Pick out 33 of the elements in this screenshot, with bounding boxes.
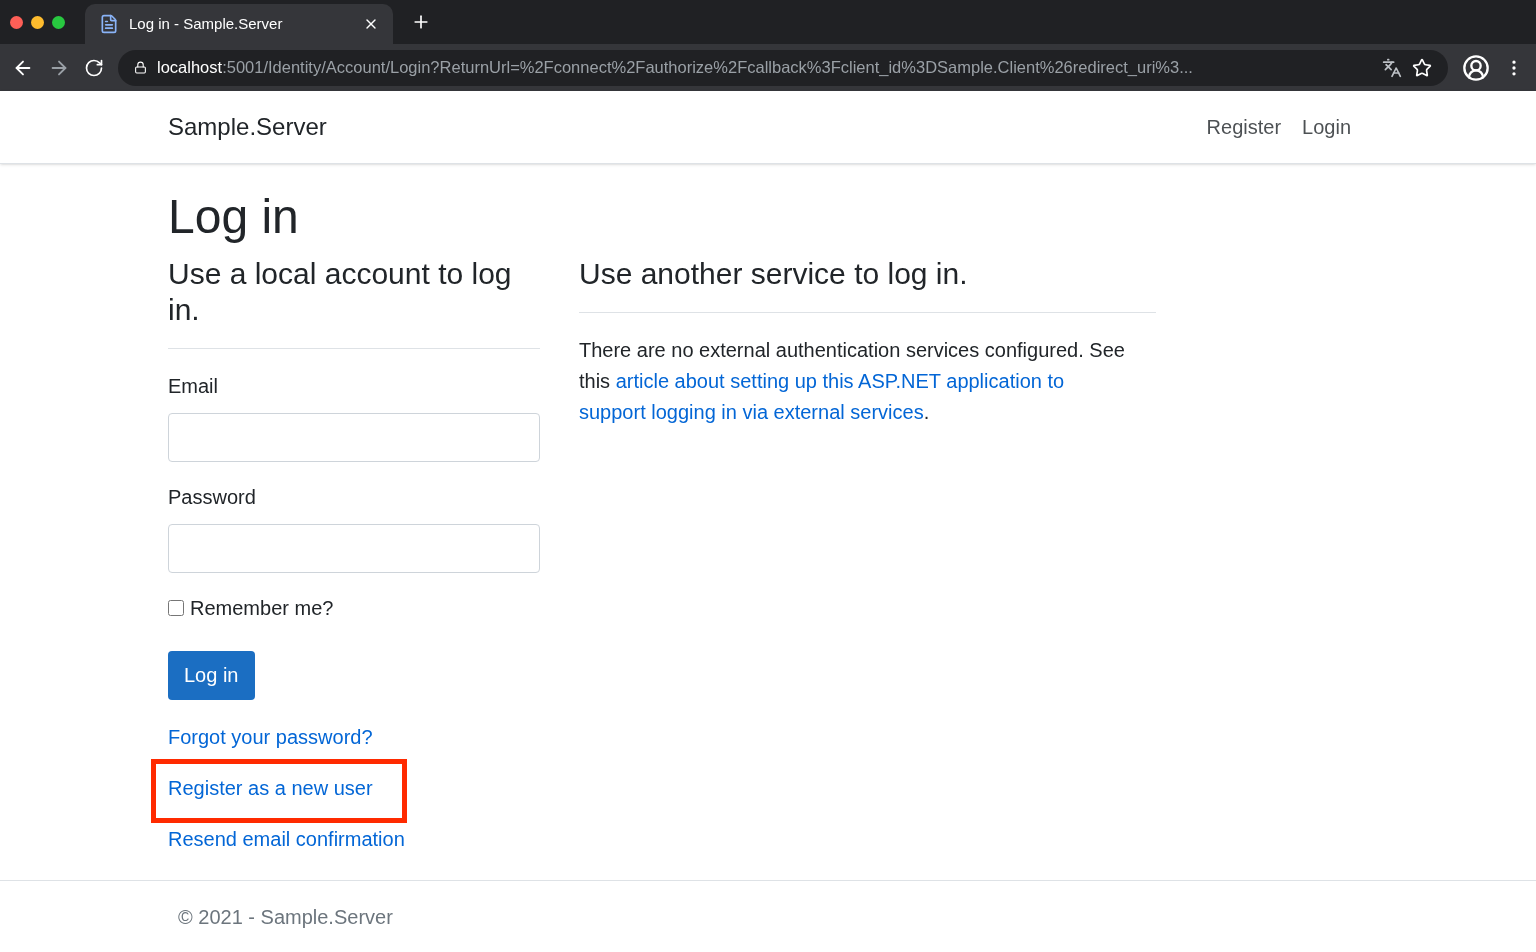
reload-icon[interactable] xyxy=(84,57,104,78)
field-label: Password xyxy=(168,484,257,510)
page-icon xyxy=(99,14,119,34)
remember-checkbox[interactable] xyxy=(168,599,184,616)
footer-text: © 2021 - Sample.Server xyxy=(178,904,393,930)
section-heading: Use a local account to log in. xyxy=(168,255,540,349)
bookmark-star-icon[interactable] xyxy=(1412,57,1432,78)
minimize-window-button[interactable] xyxy=(31,15,44,29)
address-bar[interactable]: localhost:5001/Identity/Account/Login?ReturnUrl=%2Fconnect%2Fauthorize%2Fcallback%3Fclient_id%3DSample.Client%26redirect_uri%3... xyxy=(118,49,1448,86)
close-window-button[interactable] xyxy=(10,15,23,29)
info-paragraph: There are no external authentication services configured. See this article about setting up this ASP.NET application to support logging in via external services. xyxy=(579,337,1126,425)
translate-icon[interactable] xyxy=(1382,57,1402,78)
account-link[interactable]: Register as a new user xyxy=(168,776,373,799)
nav-link[interactable]: Register xyxy=(1206,112,1282,142)
zoom-window-button[interactable] xyxy=(52,15,65,29)
field-label: Email xyxy=(168,373,219,399)
article-link[interactable]: article about setting up this ASP.NET application to xyxy=(615,369,1065,392)
input-field[interactable] xyxy=(168,412,540,462)
url-text: localhost:5001/Identity/Account/Login?ReturnUrl=%2Fconnect%2Fauthorize%2Fcallback%3Fclient_id%3DSample.Client%26redirect_uri%3... xyxy=(157,57,1194,79)
browser-tab[interactable]: Log in - Sample.Server xyxy=(85,4,393,44)
page-title: Log in xyxy=(168,189,300,245)
brand-link[interactable]: Sample.Server xyxy=(168,109,1207,145)
input-field[interactable] xyxy=(168,523,540,573)
account-link[interactable]: Resend email confirmation xyxy=(168,827,405,850)
nav-link[interactable]: Login xyxy=(1302,112,1351,142)
article-link[interactable]: support logging in via external services xyxy=(579,400,924,423)
login-button[interactable]: Log in xyxy=(168,650,255,700)
section-heading: Use another service to log in. xyxy=(579,255,1156,313)
profile-icon[interactable] xyxy=(1462,53,1490,82)
lock-icon xyxy=(134,61,147,74)
checkbox-label: Remember me? xyxy=(190,595,334,621)
account-link[interactable]: Forgot your password? xyxy=(168,725,373,748)
tab-title: Log in - Sample.Server xyxy=(129,13,284,34)
